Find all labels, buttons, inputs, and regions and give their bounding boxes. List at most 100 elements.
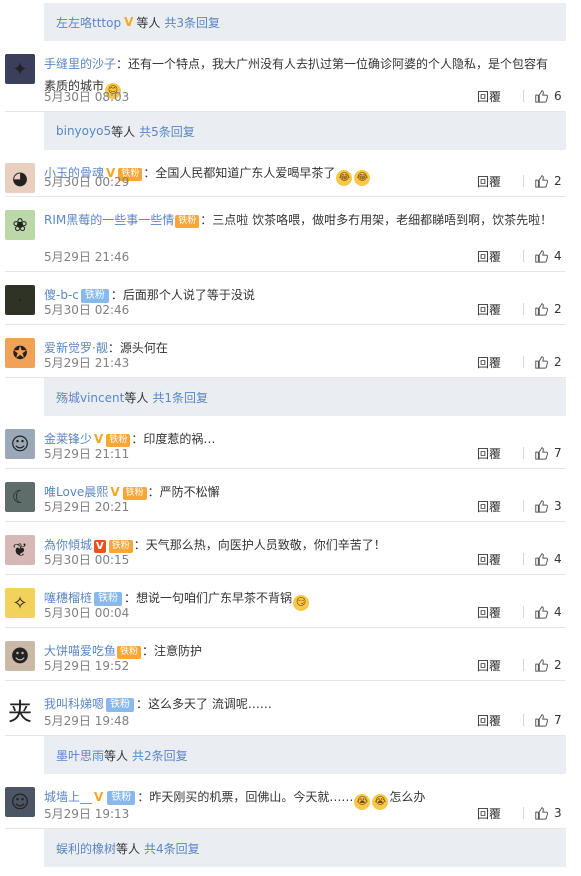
like-button[interactable]: 6 (534, 89, 566, 103)
sub-reply-summary[interactable]: 蜈利的橡树 等人 共4条回复 (44, 829, 566, 867)
like-count: 3 (554, 499, 562, 513)
more-replies-link[interactable]: 共1条回复 (152, 389, 208, 406)
avatar-cartoon[interactable]: ✧ (5, 588, 35, 618)
comment-item: ❀ RIM黑莓的一些事一些情 铁粉 ：三点啦 饮茶咯喂，做咁多冇用架，老细都睇唔到啊，… (5, 197, 566, 272)
avatar-dark-bird[interactable]: ✦ (5, 54, 35, 84)
sub-reply-suffix: 等人 (136, 15, 161, 30)
comment-text: RIM黑莓的一些事一些情 铁粉 ：三点啦 饮茶咯喂，做咁多冇用架，老细都睇唔到啊，饮… (44, 197, 566, 231)
comment-item: 夹我叫科娣嗯 铁粉 ：这么多天了 流调呢…… 5月29日 19:48 回覆 7 (5, 681, 566, 736)
sub-reply-summary[interactable]: binyoyo5 等人 共5条回复 (44, 112, 566, 150)
more-replies-link[interactable]: 共4条回复 (144, 840, 200, 857)
reply-button[interactable]: 回覆 (477, 551, 519, 568)
like-count: 2 (554, 174, 562, 188)
like-button[interactable]: 4 (534, 249, 566, 263)
reply-button[interactable]: 回覆 (477, 88, 519, 105)
vip-badge-icon: V (124, 15, 134, 29)
sub-reply-summary[interactable]: 殇城vincent 等人 共1条回复 (44, 378, 566, 416)
thumbs-up-icon (534, 249, 554, 263)
comment-timestamp: 5月29日 19:13 (44, 806, 130, 821)
sub-reply-username[interactable]: 殇城vincent (56, 389, 124, 406)
reply-button[interactable]: 回覆 (477, 445, 519, 462)
like-count: 2 (554, 658, 562, 672)
sub-reply-suffix: 等人 (116, 841, 141, 856)
like-count: 7 (554, 446, 562, 460)
comment-item: ◕ 小玉的骨魂 V 铁粉 ：全国人民都知道广东人爱喝早茶了 😂 😂 5月30日 00:29 回覆… (5, 150, 566, 197)
avatar-guy[interactable]: ☺ (5, 787, 35, 817)
thumbs-up-icon (534, 552, 554, 566)
like-count: 3 (554, 806, 562, 820)
comment-item: · 傻-b-c 铁粉 ：后面那个人说了等于没说 5月30日 02:46 回覆 2 (5, 272, 566, 325)
fan-badge-icon: 铁粉 (175, 215, 200, 228)
comment-timestamp: 5月30日 00:04 (44, 605, 130, 620)
comment-timestamp: 5月30日 00:29 (44, 174, 130, 189)
more-replies-link[interactable]: 共3条回复 (164, 14, 220, 31)
like-button[interactable]: 2 (534, 302, 566, 316)
comment-timestamp: 5月29日 19:48 (44, 713, 130, 728)
more-replies-link[interactable]: 共5条回复 (139, 123, 195, 140)
more-replies-link[interactable]: 共2条回复 (132, 747, 188, 764)
thumbs-up-icon (534, 713, 554, 727)
like-count: 7 (554, 713, 562, 727)
comment-timestamp: 5月29日 21:46 (44, 249, 130, 264)
action-divider (523, 500, 524, 512)
like-count: 4 (554, 552, 562, 566)
action-divider (523, 90, 524, 102)
like-count: 4 (554, 605, 562, 619)
reply-button[interactable]: 回覆 (477, 301, 519, 318)
avatar-girl[interactable]: ☾ (5, 482, 35, 512)
comment-meta: 5月30日 02:46 回覆 2 (44, 298, 566, 324)
avatar-baby[interactable]: ◕ (5, 163, 35, 193)
comment-username[interactable]: 手缝里的沙子 (44, 57, 116, 71)
sub-reply-username[interactable]: 墨叶思雨 (56, 747, 104, 764)
avatar-plant[interactable]: ❀ (5, 210, 35, 240)
avatar-char[interactable]: 夹 (5, 694, 35, 724)
comment-timestamp: 5月29日 21:11 (44, 446, 130, 461)
comment-username[interactable]: RIM黑莓的一些事一些情 (44, 213, 174, 227)
like-button[interactable]: 4 (534, 605, 566, 619)
comment-item: ✧ 噻穗榴梿 铁粉 ：想说一句咱们广东早茶不背锅 😏 5月30日 00:04 回覆 4 (5, 575, 566, 628)
like-button[interactable]: 2 (534, 174, 566, 188)
sub-reply-suffix: 等人 (124, 390, 149, 405)
reply-button[interactable]: 回覆 (477, 498, 519, 515)
sub-reply-username[interactable]: 左左咯tttop (56, 14, 121, 31)
avatar-woman[interactable]: ❦ (5, 535, 35, 565)
avatar-dark[interactable]: · (5, 285, 35, 315)
comment-timestamp: 5月30日 02:46 (44, 302, 130, 317)
thumbs-up-icon (534, 499, 554, 513)
like-button[interactable]: 3 (534, 806, 566, 820)
like-count: 2 (554, 355, 562, 369)
comment-timestamp: 5月29日 19:52 (44, 658, 130, 673)
sub-reply-summary[interactable]: 左左咯tttop V 等人 共3条回复 (44, 3, 566, 41)
comment-meta: 5月29日 21:46 回覆 4 (44, 245, 566, 271)
comment-meta: 5月30日 08:03 回覆 6 (44, 85, 566, 111)
reply-button[interactable]: 回覆 (477, 354, 519, 371)
reply-button[interactable]: 回覆 (477, 173, 519, 190)
reply-button[interactable]: 回覆 (477, 805, 519, 822)
sub-reply-username[interactable]: 蜈利的橡树 (56, 840, 116, 857)
reply-button[interactable]: 回覆 (477, 248, 519, 265)
reply-button[interactable]: 回覆 (477, 712, 519, 729)
comment-item: ☾ 唯Love晨熙 V 铁粉 ：严防不松懈 5月29日 20:21 回覆 3 (5, 469, 566, 522)
action-divider (523, 356, 524, 368)
sub-reply-username[interactable]: binyoyo5 (56, 124, 111, 138)
avatar-man[interactable]: ☺ (5, 429, 35, 459)
comment-item: ☻ 大饼喵爱吃鱼 铁粉 ：注意防护 5月29日 19:52 回覆 2 (5, 628, 566, 681)
like-count: 2 (554, 302, 562, 316)
action-divider (523, 250, 524, 262)
reply-button[interactable]: 回覆 (477, 657, 519, 674)
thumbs-up-icon (534, 174, 554, 188)
like-button[interactable]: 4 (534, 552, 566, 566)
avatar-goku[interactable]: ✪ (5, 338, 35, 368)
comment-item: ✦ 手缝里的沙子：还有一个特点，我大广州没有人去扒过第一位确诊阿婆的个人隐私，是个… (5, 41, 566, 112)
action-divider (523, 175, 524, 187)
reply-button[interactable]: 回覆 (477, 604, 519, 621)
sub-reply-suffix: 等人 (104, 748, 129, 763)
like-button[interactable]: 3 (534, 499, 566, 513)
sub-reply-summary[interactable]: 墨叶思雨 等人 共2条回复 (44, 736, 566, 774)
like-button[interactable]: 7 (534, 713, 566, 727)
like-button[interactable]: 7 (534, 446, 566, 460)
comment-timestamp: 5月30日 00:15 (44, 552, 130, 567)
avatar-hat[interactable]: ☻ (5, 641, 35, 671)
like-button[interactable]: 2 (534, 355, 566, 369)
like-button[interactable]: 2 (534, 658, 566, 672)
